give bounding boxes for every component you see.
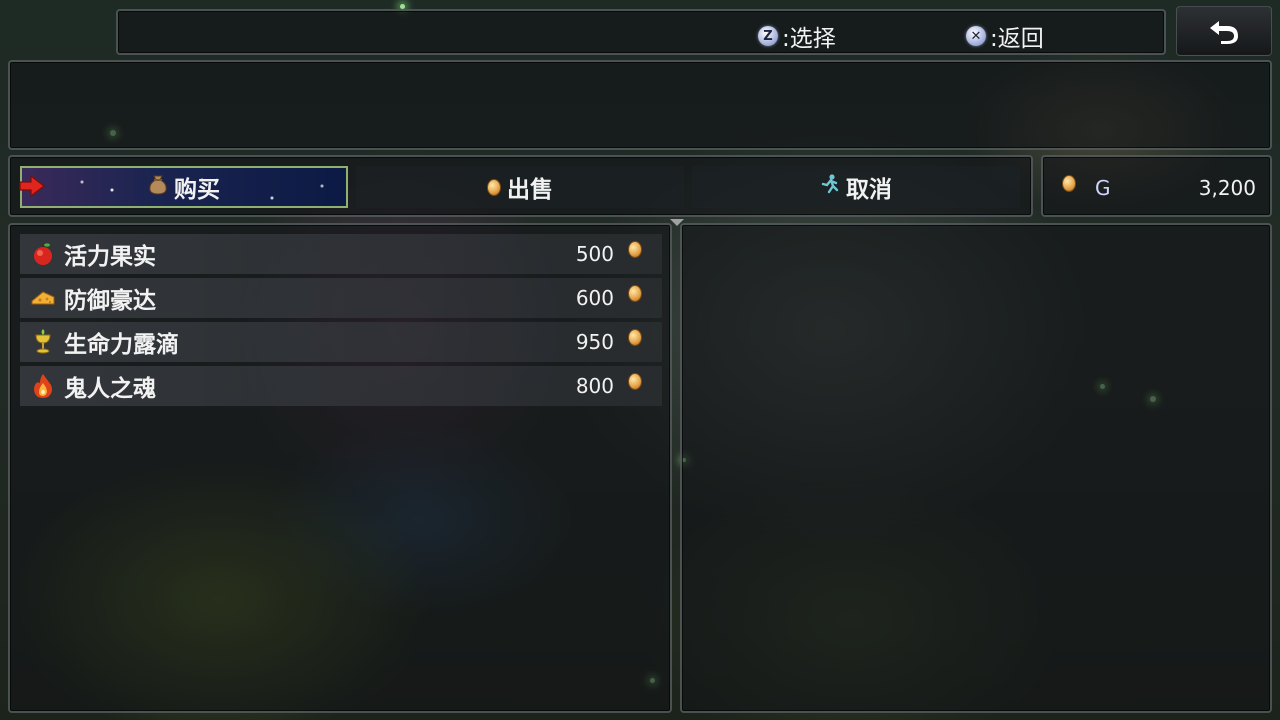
item-list-panel: 活力果实 500 防御豪达 600 生命力露滴 950 鬼人之魂 800 (8, 223, 672, 713)
cheese-icon (30, 285, 56, 311)
z-button-icon: Z (758, 26, 778, 46)
back-hint-label: :返回 (990, 26, 1044, 52)
gold-unit: G (1095, 176, 1111, 200)
cancel-command[interactable]: 取消 (692, 166, 1020, 208)
coin-icon (1062, 175, 1076, 192)
list-item[interactable]: 鬼人之魂 800 (20, 366, 662, 406)
sell-command[interactable]: 出售 (356, 166, 684, 208)
goblet-icon (30, 329, 56, 355)
return-arrow-icon (1210, 21, 1238, 44)
cancel-command-label: 取消 (846, 177, 892, 203)
x-button-icon: ✕ (966, 26, 986, 46)
item-name: 生命力露滴 (64, 332, 179, 358)
apple-icon (30, 241, 56, 267)
item-price: 800 (575, 374, 614, 398)
item-name: 防御豪达 (64, 288, 156, 314)
coin-icon (628, 284, 642, 302)
coin-icon (487, 178, 501, 196)
buy-command[interactable]: 购买 (20, 166, 348, 208)
back-button[interactable] (1176, 6, 1272, 56)
running-man-icon (820, 173, 840, 201)
description-panel (8, 60, 1272, 150)
bag-icon (148, 173, 168, 201)
list-item[interactable]: 防御豪达 600 (20, 278, 662, 318)
item-price: 600 (575, 286, 614, 310)
item-price: 950 (575, 330, 614, 354)
control-hint-bar: Z :选择 ✕ :返回 (116, 9, 1166, 55)
list-item[interactable]: 生命力露滴 950 (20, 322, 662, 362)
buy-command-label: 购买 (174, 177, 220, 203)
selection-cursor-icon (19, 174, 45, 198)
back-hint: ✕ :返回 (966, 19, 1044, 53)
coin-icon (628, 328, 642, 346)
select-hint-label: :选择 (782, 26, 836, 52)
select-hint: Z :选择 (758, 19, 836, 53)
shop-command-window: 购买 出售 取消 (8, 155, 1033, 217)
item-name: 活力果实 (64, 244, 156, 270)
coin-icon (628, 240, 642, 258)
flame-icon (30, 373, 56, 399)
item-price: 500 (575, 242, 614, 266)
item-name: 鬼人之魂 (64, 376, 156, 402)
list-item[interactable]: 活力果实 500 (20, 234, 662, 274)
sell-command-label: 出售 (507, 177, 553, 203)
coin-icon (628, 372, 642, 390)
gold-amount: 3,200 (1198, 176, 1256, 200)
gold-panel: G 3,200 (1041, 155, 1272, 217)
item-detail-panel (680, 223, 1272, 713)
